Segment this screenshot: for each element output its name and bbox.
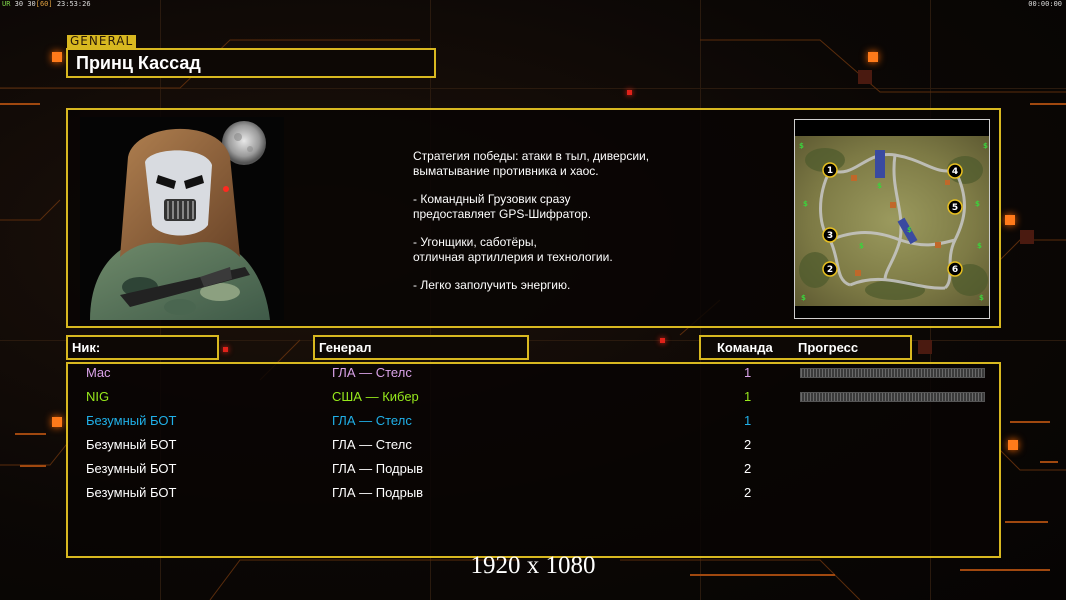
loading-progress-bar [800,368,985,378]
hud-square [627,90,632,95]
player-team: 2 [744,437,752,452]
header-team-progress: Команда Прогресс [699,335,912,360]
svg-text:$: $ [803,200,808,208]
player-name: NIG [86,389,110,404]
svg-text:$: $ [979,294,984,302]
hud-square [918,340,932,354]
resolution-label: 1920 x 1080 [470,552,596,579]
start-position-1: 1 [827,166,833,176]
svg-text:$: $ [983,142,988,150]
player-team: 1 [744,389,752,404]
svg-text:$: $ [799,142,804,150]
player-name: Mac [86,365,111,380]
fps-prefix: UR [2,0,11,8]
description-line: - Командный Грузовик сразу предоставляет… [413,192,592,221]
header-nick: Ник: [66,335,219,360]
description-line: - Легко заполучить энергию. [413,278,571,292]
start-position-3: 3 [827,231,833,241]
player-name: Безумный БОТ [86,485,177,500]
player-team: 2 [744,485,752,500]
player-general: ГЛА — Подрыв [332,485,424,500]
hud-square [660,338,665,343]
loading-progress-bar [800,392,985,402]
player-row: Безумный БОТ ГЛА — Стелс 1 [0,411,1066,435]
svg-text:$: $ [877,182,882,190]
general-description: Стратегия победы: атаки в тыл, диверсии,… [413,149,733,306]
hud-square [1005,215,1015,225]
fps-counter: UR 30 30[60] 23:53:26 [2,0,91,8]
general-portrait [80,117,284,320]
player-row: NIG США — Кибер 1 [0,387,1066,411]
player-team: 1 [744,413,752,428]
svg-text:$: $ [859,242,864,250]
header-team: Команда [717,340,773,355]
player-general: США — Кибер [332,389,419,404]
description-line: Стратегия победы: атаки в тыл, диверсии,… [413,149,650,178]
header-progress: Прогресс [798,340,859,355]
player-row: Безумный БОТ ГЛА — Подрыв 2 [0,459,1066,483]
player-name: Безумный БОТ [86,461,177,476]
minimap[interactable]: $ $ $ $ $ $ $ $ $ $ 1 2 3 4 5 6 [794,119,990,319]
player-team: 1 [744,365,752,380]
fps-value-a: 30 [14,0,24,8]
start-position-4: 4 [952,167,958,177]
start-position-2: 2 [827,265,833,275]
general-tag: GENERAL [67,35,137,48]
general-name: Принц Кассад [66,48,436,78]
player-general: ГЛА — Подрыв [332,461,424,476]
player-team: 2 [744,461,752,476]
clock-right: 00:00:00 [1028,0,1062,8]
fps-value-b: 30 [27,0,36,8]
player-general: ГЛА — Стелс [332,413,412,428]
hud-square [1020,230,1034,244]
player-row: Mac ГЛА — Стелс 1 [0,363,1066,387]
start-position-5: 5 [952,203,958,213]
player-general: ГЛА — Стелс [332,437,412,452]
header-general: Генерал [313,335,529,360]
hud-square [52,52,62,62]
hud-square [868,52,878,62]
player-row: Безумный БОТ ГЛА — Подрыв 2 [0,483,1066,507]
player-name: Безумный БОТ [86,437,177,452]
hud-square [858,70,872,84]
svg-text:$: $ [977,242,982,250]
start-position-6: 6 [952,265,958,275]
player-general: ГЛА — Стелс [332,365,412,380]
svg-text:$: $ [975,200,980,208]
svg-text:$: $ [801,294,806,302]
player-row: Безумный БОТ ГЛА — Стелс 2 [0,435,1066,459]
clock-left: 23:53:26 [56,0,91,8]
hud-square [223,347,228,352]
fps-value-c: [60] [35,0,53,8]
svg-text:$: $ [907,226,912,234]
description-line: - Угонщики, саботёры, отличная артиллери… [413,235,613,264]
player-name: Безумный БОТ [86,413,177,428]
